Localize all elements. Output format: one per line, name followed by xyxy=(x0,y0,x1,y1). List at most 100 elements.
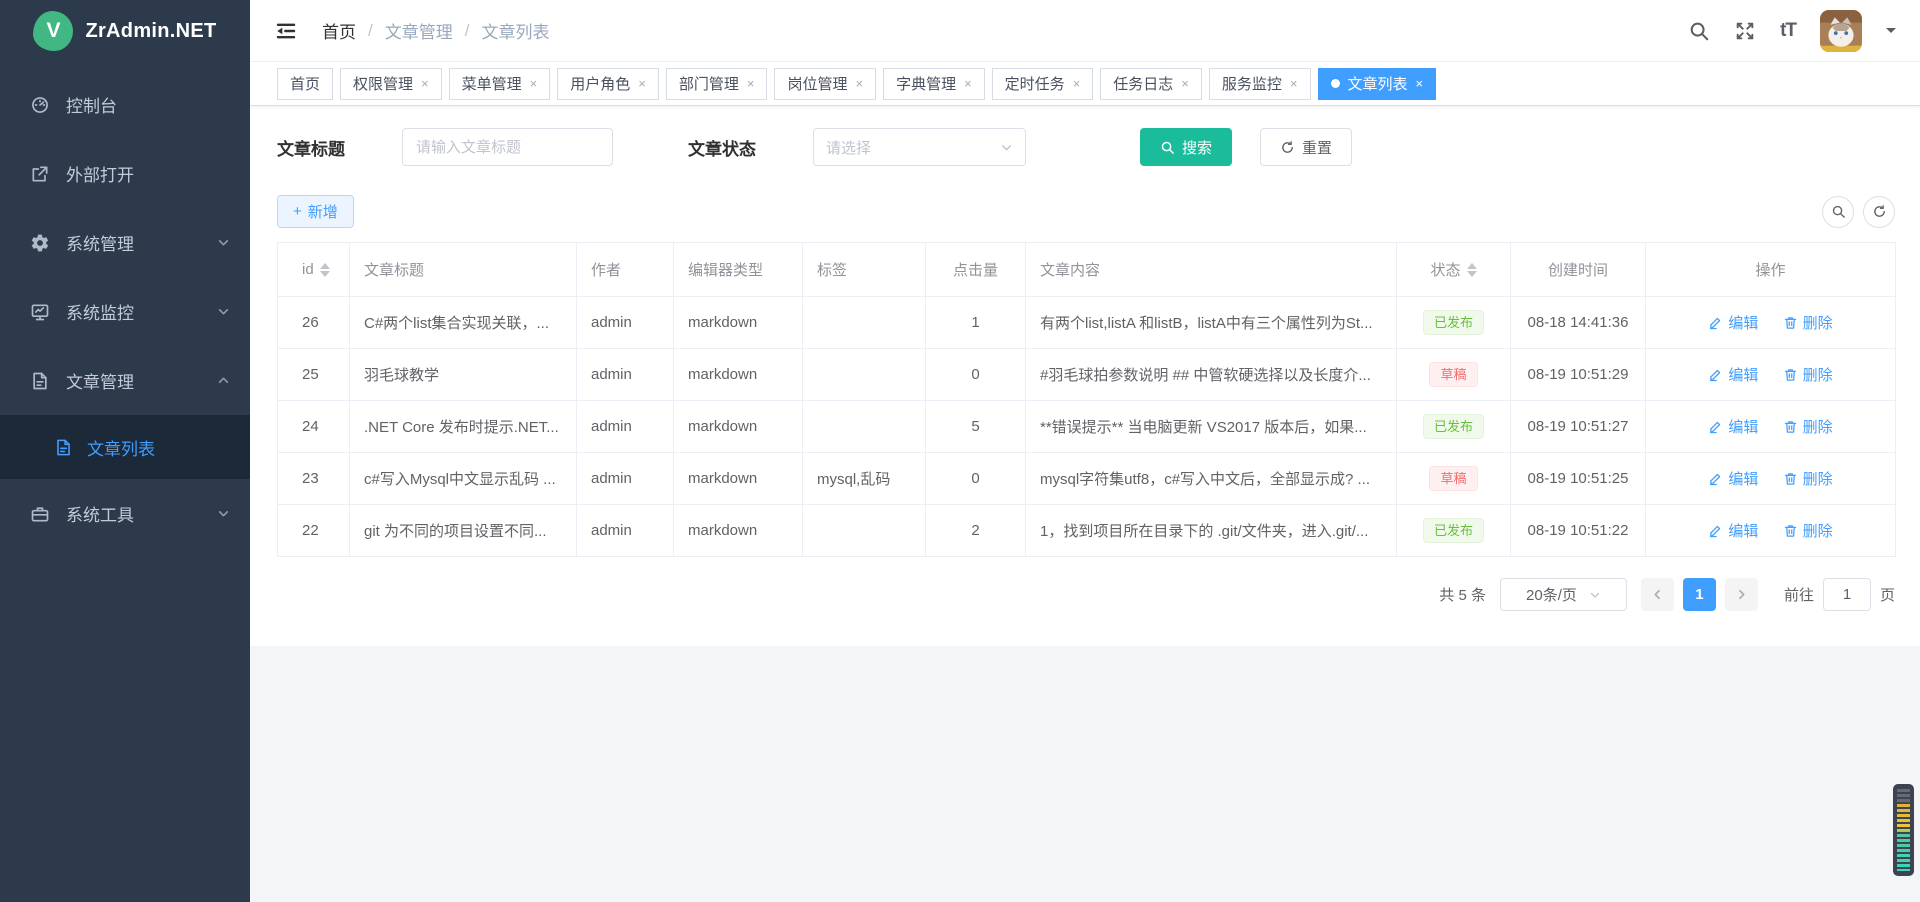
table-row: 23 c#写入Mysql中文显示乱码 ... admin markdown my… xyxy=(278,453,1896,505)
trash-icon xyxy=(1783,523,1798,538)
cell-id: 26 xyxy=(278,297,350,349)
cell-title: C#两个list集合实现关联，... xyxy=(350,297,577,349)
goto-page-input[interactable] xyxy=(1823,578,1871,611)
cell-created: 08-19 10:51:22 xyxy=(1511,505,1646,557)
tab-service-monitor[interactable]: 服务监控 × xyxy=(1209,68,1311,100)
column-header-content: 文章内容 xyxy=(1026,243,1397,297)
delete-button[interactable]: 删除 xyxy=(1783,312,1833,333)
sidebar-item-external[interactable]: 外部打开 xyxy=(0,139,250,208)
article-title-input[interactable] xyxy=(402,128,613,166)
breadcrumb-article-list: 文章列表 xyxy=(481,18,549,43)
article-title-label: 文章标题 xyxy=(277,135,345,160)
search-icon[interactable] xyxy=(1688,20,1710,42)
cell-tags xyxy=(803,349,926,401)
close-icon[interactable]: × xyxy=(638,77,646,90)
tab-post-management[interactable]: 岗位管理 × xyxy=(774,68,876,100)
toggle-search-button[interactable] xyxy=(1822,196,1854,228)
close-icon[interactable]: × xyxy=(421,77,429,90)
cell-ops: 编辑 删除 xyxy=(1646,453,1896,505)
edit-pencil-icon xyxy=(1708,419,1723,434)
user-menu-caret-icon[interactable] xyxy=(1886,28,1896,38)
app-logo[interactable]: V ZrAdmin.NET xyxy=(0,0,250,62)
tab-label: 权限管理 xyxy=(353,73,413,94)
sidebar-item-article-management[interactable]: 文章管理 xyxy=(0,346,250,415)
cell-status: 已发布 xyxy=(1397,505,1511,557)
edit-button[interactable]: 编辑 xyxy=(1708,364,1758,385)
sidebar-item-article-list[interactable]: 文章列表 xyxy=(0,415,250,479)
page-number-1[interactable]: 1 xyxy=(1683,578,1716,611)
edit-button[interactable]: 编辑 xyxy=(1708,312,1758,333)
close-icon[interactable]: × xyxy=(1290,77,1298,90)
column-header-created: 创建时间 xyxy=(1511,243,1646,297)
close-icon[interactable]: × xyxy=(1181,77,1189,90)
close-icon[interactable]: × xyxy=(1073,77,1081,90)
article-status-select[interactable]: 请选择 xyxy=(813,128,1026,166)
delete-button[interactable]: 删除 xyxy=(1783,468,1833,489)
document-icon xyxy=(30,371,50,391)
sidebar-item-system-management[interactable]: 系统管理 xyxy=(0,208,250,277)
delete-button[interactable]: 删除 xyxy=(1783,364,1833,385)
sidebar-item-system-tools[interactable]: 系统工具 xyxy=(0,479,250,548)
tab-task-log[interactable]: 任务日志 × xyxy=(1100,68,1202,100)
tab-permission-management[interactable]: 权限管理 × xyxy=(340,68,442,100)
table-row: 24 .NET Core 发布时提示.NET... admin markdown… xyxy=(278,401,1896,453)
close-icon[interactable]: × xyxy=(1416,77,1424,90)
column-header-status[interactable]: 状态 xyxy=(1397,243,1511,297)
total-count: 共 5 条 xyxy=(1439,584,1486,605)
article-status-label: 文章状态 xyxy=(688,135,756,160)
cell-status: 草稿 xyxy=(1397,349,1511,401)
edit-pencil-icon xyxy=(1708,367,1723,382)
font-size-icon[interactable]: tT xyxy=(1780,20,1796,42)
refresh-table-button[interactable] xyxy=(1863,196,1895,228)
breadcrumb-home[interactable]: 首页 xyxy=(322,18,356,43)
edit-button[interactable]: 编辑 xyxy=(1708,416,1758,437)
cell-status: 已发布 xyxy=(1397,401,1511,453)
sidebar: V ZrAdmin.NET 控制台 外部打开 系统管理 xyxy=(0,0,250,902)
fullscreen-icon[interactable] xyxy=(1734,20,1756,42)
sidebar-item-system-monitor[interactable]: 系统监控 xyxy=(0,277,250,346)
cell-title: c#写入Mysql中文显示乱码 ... xyxy=(350,453,577,505)
close-icon[interactable]: × xyxy=(747,77,755,90)
table-row: 26 C#两个list集合实现关联，... admin markdown 1 有… xyxy=(278,297,1896,349)
close-icon[interactable]: × xyxy=(964,77,972,90)
tab-home[interactable]: 首页 xyxy=(277,68,333,100)
cell-author: admin xyxy=(577,401,674,453)
plus-icon: + xyxy=(293,203,302,220)
sort-carets-icon[interactable] xyxy=(1467,263,1477,277)
search-button[interactable]: 搜索 xyxy=(1140,128,1232,166)
prev-page-button[interactable] xyxy=(1641,578,1674,611)
edit-button[interactable]: 编辑 xyxy=(1708,468,1758,489)
next-page-button[interactable] xyxy=(1725,578,1758,611)
sidebar-item-label: 系统监控 xyxy=(66,299,217,324)
table-toolbar: + 新增 xyxy=(277,195,1895,228)
add-button[interactable]: + 新增 xyxy=(277,195,354,228)
cell-clicks: 0 xyxy=(926,453,1026,505)
tab-article-list[interactable]: 文章列表 × xyxy=(1318,68,1437,100)
delete-button[interactable]: 删除 xyxy=(1783,520,1833,541)
delete-button[interactable]: 删除 xyxy=(1783,416,1833,437)
column-header-id[interactable]: id xyxy=(278,243,350,297)
chevron-down-icon xyxy=(217,305,230,318)
edit-button[interactable]: 编辑 xyxy=(1708,520,1758,541)
tab-menu-management[interactable]: 菜单管理 × xyxy=(449,68,551,100)
tab-label: 字典管理 xyxy=(896,73,956,94)
page-size-select[interactable]: 20条/页 xyxy=(1500,578,1627,611)
select-placeholder: 请选择 xyxy=(826,137,871,158)
avatar[interactable] xyxy=(1820,10,1862,52)
tab-user-role[interactable]: 用户角色 × xyxy=(557,68,659,100)
tab-dict-management[interactable]: 字典管理 × xyxy=(883,68,985,100)
tab-scheduled-task[interactable]: 定时任务 × xyxy=(992,68,1094,100)
cell-content: 1，找到项目所在目录下的 .git/文件夹，进入.git/... xyxy=(1026,505,1397,557)
sort-carets-icon[interactable] xyxy=(320,263,330,277)
close-icon[interactable]: × xyxy=(855,77,863,90)
main-area: 首页 / 文章管理 / 文章列表 tT 首页 权限管理 × xyxy=(250,0,1920,902)
reset-button[interactable]: 重置 xyxy=(1260,128,1352,166)
trash-icon xyxy=(1783,367,1798,382)
tab-department-management[interactable]: 部门管理 × xyxy=(666,68,768,100)
sidebar-item-dashboard[interactable]: 控制台 xyxy=(0,70,250,139)
sidebar-collapse-button[interactable] xyxy=(274,20,298,42)
cell-title: .NET Core 发布时提示.NET... xyxy=(350,401,577,453)
close-icon[interactable]: × xyxy=(530,77,538,90)
cell-editor: markdown xyxy=(674,505,803,557)
breadcrumb-article-management[interactable]: 文章管理 xyxy=(385,18,453,43)
